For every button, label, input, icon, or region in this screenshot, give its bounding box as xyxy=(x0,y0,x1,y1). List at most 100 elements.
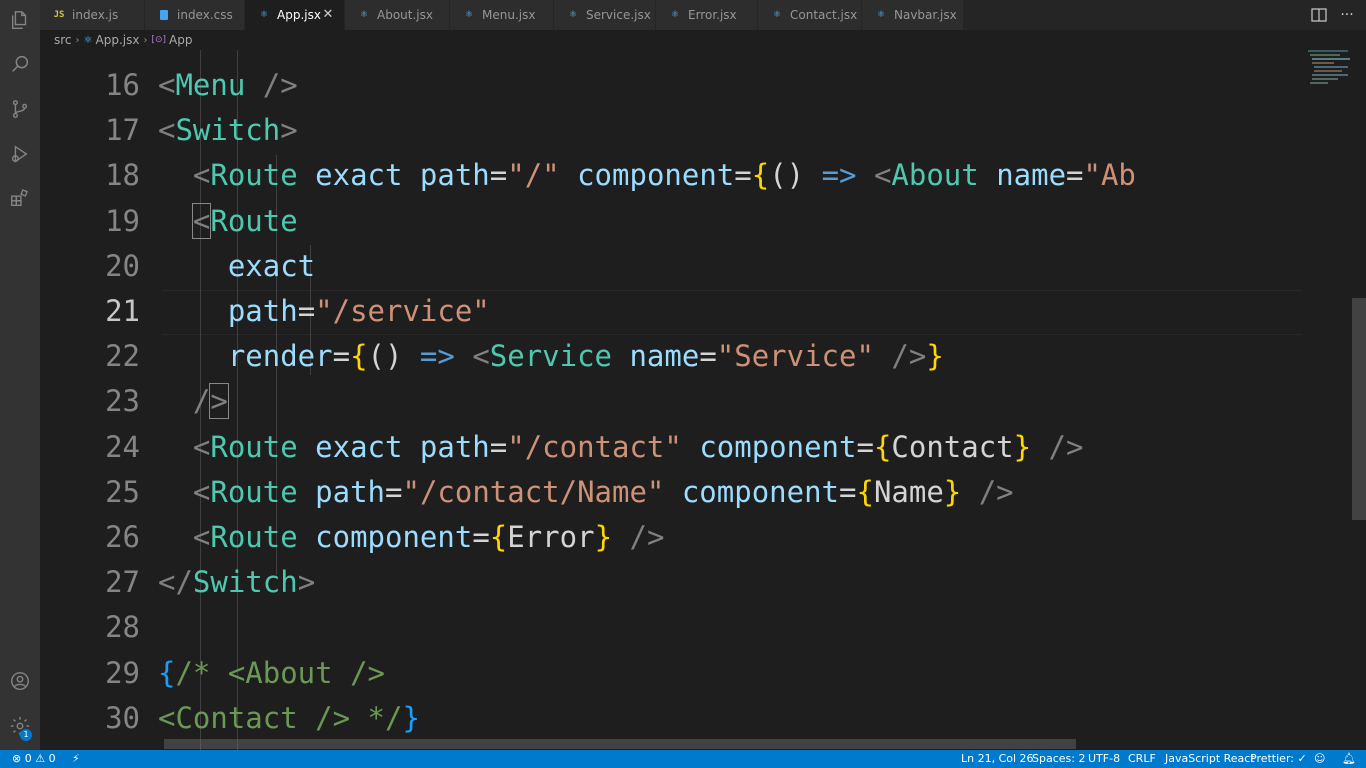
code-line[interactable]: 16 <Menu /> xyxy=(40,63,1302,108)
warning-count: 0 xyxy=(48,752,56,765)
code-token: <Contact /> */ xyxy=(158,700,403,735)
code-line[interactable]: 28 xyxy=(40,605,1302,650)
tab-contact-jsx[interactable]: ⚛ Contact.jsx xyxy=(758,0,862,30)
tab-menu-jsx[interactable]: ⚛ Menu.jsx xyxy=(450,0,554,30)
code-token: exact xyxy=(158,248,316,283)
css-icon xyxy=(157,8,171,22)
code-token: /> xyxy=(873,339,927,374)
code-token: </ xyxy=(158,565,193,600)
code-editor[interactable]: 16 <Menu /> 17 <Switch> 18 <Route exact path… xyxy=(40,50,1302,750)
code-token: /> xyxy=(612,520,665,554)
breadcrumb-src[interactable]: src xyxy=(54,33,72,47)
split-editor-icon[interactable] xyxy=(1310,6,1328,24)
status-bar: ⊗ 0 ⚠ 0 ⚡ Ln 21, Col 26 Spaces: 2 UTF-8 … xyxy=(0,750,1366,768)
feedback-icon[interactable]: ☺ xyxy=(1314,750,1325,768)
tab-error-jsx[interactable]: ⚛ Error.jsx xyxy=(656,0,758,30)
notifications-bell-icon[interactable]: 🔔︎ xyxy=(1342,750,1356,768)
code-line[interactable]: 17 <Switch> xyxy=(40,108,1302,153)
code-token: "/contact/Name" xyxy=(402,474,665,509)
end-of-line[interactable]: CRLF xyxy=(1128,750,1156,768)
code-token: < xyxy=(158,429,211,464)
extensions-icon[interactable] xyxy=(8,186,32,210)
vertical-scrollbar-thumb[interactable] xyxy=(1352,298,1366,520)
code-token: name xyxy=(978,158,1067,193)
code-token: } xyxy=(1013,429,1032,464)
code-content: </Switch> xyxy=(158,560,315,605)
tab-label: index.css xyxy=(177,8,233,22)
run-debug-icon[interactable] xyxy=(8,142,32,166)
encoding[interactable]: UTF-8 xyxy=(1088,750,1120,768)
code-line[interactable]: 19 <Route xyxy=(40,199,1302,244)
code-line[interactable]: 18 <Route exact path="/" component={() =… xyxy=(40,153,1302,198)
code-token: = xyxy=(489,429,508,464)
breadcrumb-symbol-label: App xyxy=(169,33,193,47)
code-token: "/contact" xyxy=(507,429,682,464)
code-line[interactable]: 20 exact xyxy=(40,244,1302,289)
tab-about-jsx[interactable]: ⚛ About.jsx xyxy=(345,0,450,30)
code-token: Route xyxy=(210,158,298,193)
code-line[interactable]: 30 <Contact /> */} xyxy=(40,696,1302,741)
line-number: 19 xyxy=(105,203,140,238)
code-token: } xyxy=(926,339,944,374)
code-token: < xyxy=(158,158,211,193)
live-share-icon[interactable]: ⚡ xyxy=(72,750,80,768)
line-number: 28 xyxy=(105,610,140,645)
explorer-icon[interactable] xyxy=(8,8,32,32)
tab-index-js[interactable]: JS index.js xyxy=(40,0,145,30)
breadcrumb-file[interactable]: ⚛ App.jsx xyxy=(84,33,140,47)
code-content: render={() => <Service name="Service" />… xyxy=(158,334,944,379)
code-token: } xyxy=(943,474,962,509)
source-control-icon[interactable] xyxy=(8,97,32,121)
code-line[interactable]: 25 <Route path="/contact/Name" component… xyxy=(40,470,1302,515)
code-line[interactable]: 26 <Route component={Error} /> xyxy=(40,515,1302,560)
account-icon[interactable] xyxy=(8,669,32,693)
react-icon: ⚛ xyxy=(464,10,474,20)
line-number: 29 xyxy=(105,655,140,690)
code-token: path xyxy=(402,429,490,464)
code-content: {/* <About /> xyxy=(158,651,385,696)
code-token: exact xyxy=(297,158,403,193)
tab-index-css[interactable]: index.css xyxy=(145,0,245,30)
indentation[interactable]: Spaces: 2 xyxy=(1032,750,1085,768)
language-mode[interactable]: JavaScript React xyxy=(1165,750,1255,768)
react-icon: ⚛ xyxy=(568,10,578,20)
symbol-icon: [⊙] xyxy=(151,35,167,45)
code-line[interactable]: 24 <Route exact path="/contact" componen… xyxy=(40,425,1302,470)
code-line[interactable]: 22 render={() => <Service name="Service"… xyxy=(40,334,1302,379)
code-token: = xyxy=(332,339,351,374)
code-token: > xyxy=(297,565,316,600)
code-token: () xyxy=(769,158,805,193)
code-line[interactable]: 29 {/* <About /> xyxy=(40,651,1302,696)
close-icon[interactable]: ✕ xyxy=(320,7,336,23)
code-line[interactable]: 27 </Switch> xyxy=(40,560,1302,605)
problems-indicator[interactable]: ⊗ 0 ⚠ 0 xyxy=(12,750,56,768)
tab-navbar-jsx[interactable]: ⚛ Navbar.jsx xyxy=(862,0,964,30)
tab-label: Contact.jsx xyxy=(790,8,858,22)
search-icon[interactable] xyxy=(8,52,32,76)
breadcrumb-symbol[interactable]: [⊙] App xyxy=(151,33,192,47)
code-token: /> xyxy=(245,68,298,102)
code-line[interactable]: 21 path="/service" xyxy=(40,289,1302,334)
chevron-right-icon: › xyxy=(143,34,148,46)
code-content: <Contact /> */} xyxy=(158,696,420,741)
settings-badge: 1 xyxy=(20,729,32,741)
code-token: "/service" xyxy=(315,294,490,328)
code-token: < xyxy=(191,202,212,239)
vertical-scrollbar[interactable] xyxy=(1352,50,1366,750)
code-token: Route xyxy=(210,474,298,509)
code-token: Switch xyxy=(192,565,298,600)
cursor-position[interactable]: Ln 21, Col 26 xyxy=(961,750,1034,768)
more-actions-icon[interactable]: ··· xyxy=(1338,6,1356,24)
code-content: <Switch> xyxy=(158,108,298,153)
code-token: = xyxy=(734,158,752,193)
code-token: () xyxy=(367,339,403,374)
code-token: < xyxy=(856,158,892,193)
prettier-status[interactable]: Prettier: ✓ xyxy=(1250,750,1307,768)
horizontal-scrollbar-thumb[interactable] xyxy=(164,739,1076,749)
code-token: /> xyxy=(1031,429,1084,464)
tab-app-jsx[interactable]: ⚛ App.jsx ✕ xyxy=(245,0,345,30)
code-token: Route xyxy=(210,429,298,464)
code-token: Service xyxy=(489,339,612,374)
code-line[interactable]: 23 /> xyxy=(40,379,1302,424)
tab-service-jsx[interactable]: ⚛ Service.jsx xyxy=(554,0,656,30)
